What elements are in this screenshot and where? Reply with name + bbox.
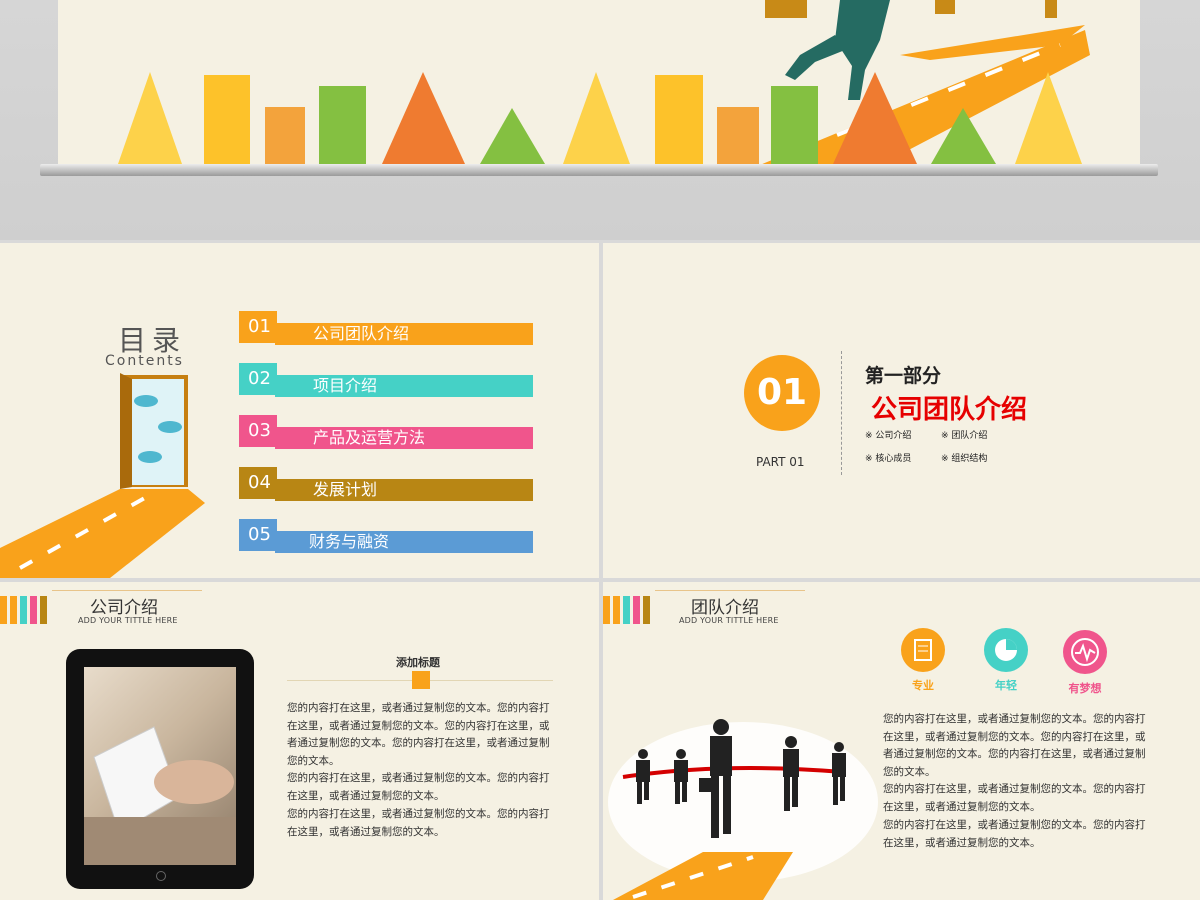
title-marker <box>412 671 430 689</box>
document-icon <box>901 628 945 672</box>
heartbeat-icon <box>1063 630 1107 674</box>
door-road-illustration <box>0 373 205 578</box>
shelf <box>40 164 1158 176</box>
cover-illustration <box>118 0 1090 165</box>
body-paragraph: 您的内容打在这里，或者通过复制您的文本。您的内容打在这里，或者通过复制您的文本。… <box>287 702 550 767</box>
body-paragraph: 您的内容打在这里，或者通过复制您的文本。您的内容打在这里，或者通过复制您的文本。 <box>287 772 550 802</box>
toc-item-label: 项目介绍 <box>313 376 378 395</box>
toc-item-number: 02 <box>239 363 277 395</box>
section-part-label: PART 01 <box>756 455 805 469</box>
page-title: 团队介绍 <box>691 598 759 618</box>
toc-item-label: 产品及运营方法 <box>313 428 426 447</box>
home-button-icon <box>156 871 166 881</box>
header-stripes <box>603 596 650 624</box>
toc-item-2[interactable]: 02 项目介绍 <box>239 363 533 399</box>
body-paragraph: 您的内容打在这里，或者通过复制您的文本。您的内容打在这里，或者通过复制您的文本。 <box>287 808 550 838</box>
section-slide: 01 PART 01 第一部分 公司团队介绍 ※ 公司介绍 ※ 团队介绍 ※ 核… <box>603 243 1200 578</box>
divider <box>841 351 843 475</box>
toc-item-3[interactable]: 03 产品及运营方法 <box>239 415 533 451</box>
team-slide: 团队介绍 ADD YOUR TITTLE HERE 专业 年轻 有梦想 您的内容… <box>603 582 1200 900</box>
toc-item-label: 公司团队介绍 <box>313 324 410 343</box>
page-subtitle: ADD YOUR TITTLE HERE <box>679 616 779 625</box>
section-bullet: ※ 核心成员 <box>865 454 912 464</box>
body-paragraph: 您的内容打在这里，或者通过复制您的文本。您的内容打在这里，或者通过复制您的文本。… <box>883 713 1146 778</box>
runners-illustration <box>608 719 878 900</box>
body-paragraph: 您的内容打在这里，或者通过复制您的文本。您的内容打在这里，或者通过复制您的文本。 <box>883 783 1146 813</box>
page-subtitle: ADD YOUR TITTLE HERE <box>78 616 178 625</box>
feature-label: 年轻 <box>995 679 1017 692</box>
toc-item-4[interactable]: 04 发展计划 <box>239 467 533 503</box>
cover-slide-strip <box>0 0 1200 240</box>
toc-item-number: 05 <box>239 519 277 551</box>
toc-item-label: 发展计划 <box>313 480 378 499</box>
header-stripes <box>0 596 47 624</box>
toc-slide: 目录 Contents 01 公司团队介绍 02 项目介绍 03 产品及运营方法… <box>0 243 599 578</box>
section-bullet: ※ 组织结构 <box>941 454 988 464</box>
body-paragraph: 您的内容打在这里，或者通过复制您的文本。您的内容打在这里，或者通过复制您的文本。 <box>883 819 1146 849</box>
toc-item-number: 03 <box>239 415 277 447</box>
section-title: 公司团队介绍 <box>871 395 1028 425</box>
section-heading: 第一部分 <box>865 365 942 387</box>
pie-chart-icon <box>984 628 1028 672</box>
section-bullet: ※ 团队介绍 <box>941 431 988 441</box>
feature-label: 有梦想 <box>1068 682 1102 695</box>
section-bullet: ※ 公司介绍 <box>865 431 912 441</box>
company-slide: 公司介绍 ADD YOUR TITTLE HERE 添加标题 您的内容打在这里，… <box>0 582 599 900</box>
toc-item-5[interactable]: 05 财务与融资 <box>239 519 533 555</box>
toc-item-label: 财务与融资 <box>309 532 390 551</box>
toc-item-1[interactable]: 01 公司团队介绍 <box>239 311 533 347</box>
toc-item-number: 01 <box>239 311 277 343</box>
toc-item-number: 04 <box>239 467 277 499</box>
page-title: 公司介绍 <box>90 598 158 618</box>
section-number-circle: 01 <box>744 355 820 431</box>
add-title-heading: 添加标题 <box>396 656 440 669</box>
tablet-photo <box>84 667 236 865</box>
feature-label: 专业 <box>912 679 934 692</box>
tablet-frame <box>66 649 254 889</box>
